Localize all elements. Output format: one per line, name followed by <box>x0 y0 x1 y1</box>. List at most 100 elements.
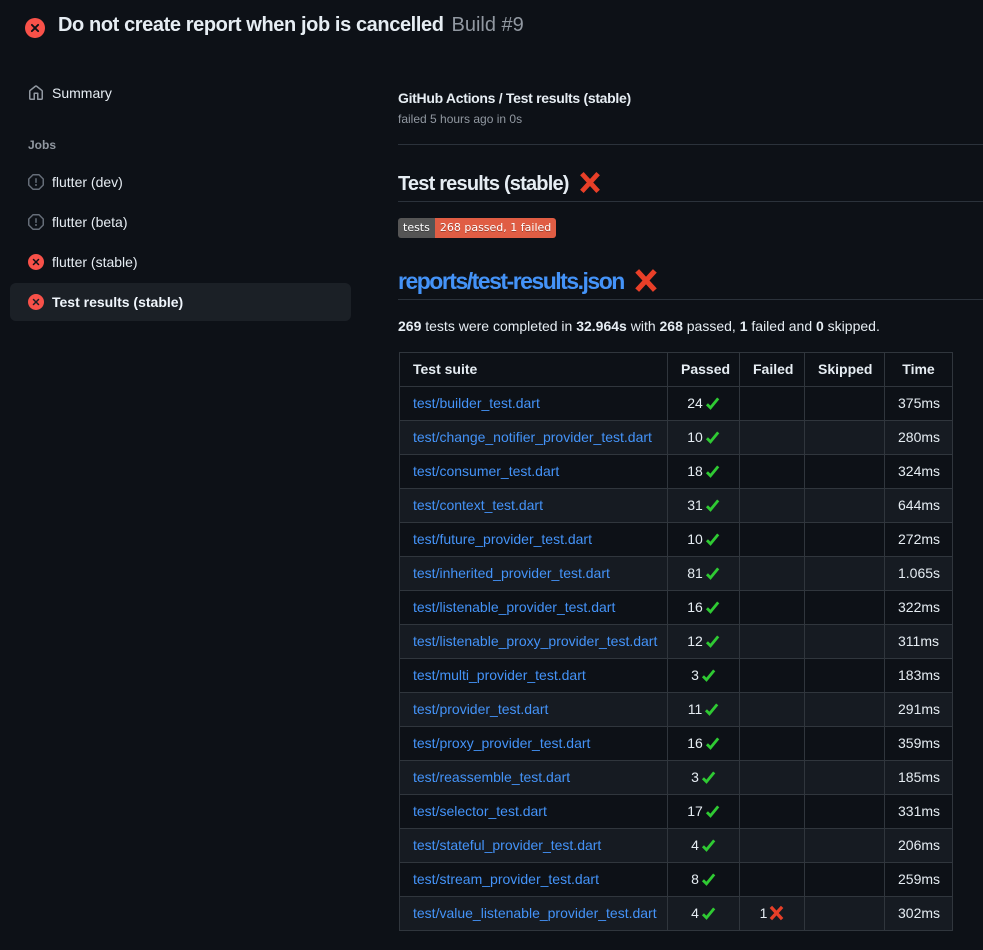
home-icon <box>28 85 44 101</box>
cell-time: 324ms <box>885 455 953 489</box>
cell-test-suite: test/selector_test.dart <box>400 795 668 829</box>
home-icon <box>28 85 44 101</box>
test-suite-link[interactable]: test/stateful_provider_test.dart <box>413 837 601 853</box>
cell-time: 1.065s <box>885 557 953 591</box>
test-suite-link[interactable]: test/future_provider_test.dart <box>413 531 592 547</box>
cell-test-suite: test/stream_provider_test.dart <box>400 863 668 897</box>
results-table-header-row: Test suitePassedFailedSkippedTime <box>400 353 953 387</box>
test-suite-link[interactable]: test/provider_test.dart <box>413 701 548 717</box>
summary-line: 269 tests were completed in 32.964s with… <box>398 316 983 337</box>
x-circle-fill-icon <box>25 18 45 38</box>
cell-skipped <box>805 557 885 591</box>
cell-failed <box>740 625 805 659</box>
cell-passed: 18 <box>668 455 740 489</box>
cell-time: 322ms <box>885 591 953 625</box>
cell-failed <box>740 523 805 557</box>
test-suite-link[interactable]: test/stream_provider_test.dart <box>413 871 599 887</box>
cell-time: 302ms <box>885 897 953 931</box>
test-suite-link[interactable]: test/selector_test.dart <box>413 803 547 819</box>
cell-test-suite: test/provider_test.dart <box>400 693 668 727</box>
cell-skipped <box>805 625 885 659</box>
cell-passed: 17 <box>668 795 740 829</box>
cell-failed <box>740 829 805 863</box>
cell-failed <box>740 387 805 421</box>
test-suite-link[interactable]: test/change_notifier_provider_test.dart <box>413 429 652 445</box>
sidebar-job-flutter-stable[interactable]: flutter (stable) <box>10 243 351 281</box>
table-row: test/stateful_provider_test.dart4206ms <box>400 829 953 863</box>
cell-skipped <box>805 523 885 557</box>
cell-test-suite: test/future_provider_test.dart <box>400 523 668 557</box>
cell-passed: 16 <box>668 591 740 625</box>
sidebar-item-summary[interactable]: Summary <box>0 77 398 109</box>
cross-mark-icon <box>579 171 601 194</box>
test-suite-link[interactable]: test/value_listenable_provider_test.dart <box>413 905 657 921</box>
report-title: reports/test-results.json <box>398 266 983 300</box>
cell-test-suite: test/consumer_test.dart <box>400 455 668 489</box>
check-mark-icon <box>705 736 720 751</box>
cell-skipped <box>805 795 885 829</box>
sidebar-job-flutter-beta[interactable]: flutter (beta) <box>10 203 351 241</box>
check-mark-icon <box>705 566 720 581</box>
cell-passed: 10 <box>668 523 740 557</box>
check-mark-icon <box>701 770 716 785</box>
check-mark-icon <box>705 430 720 445</box>
stop-icon <box>28 214 44 230</box>
cell-passed: 81 <box>668 557 740 591</box>
check-mark-icon <box>705 634 720 649</box>
cell-passed: 4 <box>668 897 740 931</box>
stop-icon <box>28 174 44 190</box>
cell-time: 644ms <box>885 489 953 523</box>
check-title-text: Test results (stable) <box>398 173 569 195</box>
table-row: test/future_provider_test.dart10272ms <box>400 523 953 557</box>
table-row: test/change_notifier_provider_test.dart1… <box>400 421 953 455</box>
table-row: test/reassemble_test.dart3185ms <box>400 761 953 795</box>
breadcrumb: GitHub Actions / Test results (stable) <box>398 88 983 109</box>
cell-skipped <box>805 761 885 795</box>
table-row: test/listenable_provider_test.dart 16 322m… <box>400 591 953 625</box>
check-mark-icon <box>705 464 720 479</box>
cell-time: 331ms <box>885 795 953 829</box>
cell-skipped <box>805 421 885 455</box>
cross-mark-icon <box>634 268 658 293</box>
run-build-number: Build #9 <box>452 14 524 36</box>
cell-passed: 11 <box>668 693 740 727</box>
cell-test-suite: test/change_notifier_provider_test.dart <box>400 421 668 455</box>
test-suite-link[interactable]: test/proxy_provider_test.dart <box>413 735 590 751</box>
check-mark-icon <box>705 498 720 513</box>
table-row: test/proxy_provider_test.dart16359ms <box>400 727 953 761</box>
table-row: test/stream_provider_test.dart8259ms <box>400 863 953 897</box>
run-title: Do not create report when job is cancell… <box>58 15 524 36</box>
cell-failed <box>740 421 805 455</box>
sidebar-job-flutter-dev[interactable]: flutter (dev) <box>10 163 351 201</box>
tests-badge[interactable]: tests 268 passed, 1 failed <box>398 218 556 238</box>
test-suite-link[interactable]: test/listenable_provider_test.dart <box>413 599 615 615</box>
jobs-section-label: Jobs <box>28 137 398 153</box>
test-suite-link[interactable]: test/reassemble_test.dart <box>413 769 570 785</box>
column-header-skipped: Skipped <box>805 353 885 387</box>
column-header-time: Time <box>885 353 953 387</box>
test-suite-link[interactable]: test/context_test.dart <box>413 497 543 513</box>
table-row: test/builder_test.dart24375ms <box>400 387 953 421</box>
cell-failed <box>740 761 805 795</box>
test-suite-link[interactable]: test/consumer_test.dart <box>413 463 559 479</box>
sidebar-job-test-results-stable[interactable]: Test results (stable) <box>10 283 351 321</box>
check-mark-icon <box>704 702 719 717</box>
cell-test-suite: test/context_test.dart <box>400 489 668 523</box>
x-circle-fill-icon <box>28 294 44 310</box>
check-mark-icon <box>705 396 720 411</box>
test-suite-link[interactable]: test/multi_provider_test.dart <box>413 667 586 683</box>
cell-test-suite: test/listenable_proxy_provider_test.dart <box>400 625 668 659</box>
cell-test-suite: test/value_listenable_provider_test.dart <box>400 897 668 931</box>
cell-skipped <box>805 863 885 897</box>
cell-passed: 12 <box>668 625 740 659</box>
run-status-icon <box>25 18 45 38</box>
cell-skipped <box>805 659 885 693</box>
test-suite-link[interactable]: test/builder_test.dart <box>413 395 540 411</box>
column-header-test-suite: Test suite <box>400 353 668 387</box>
check-mark-icon <box>701 668 716 683</box>
report-title-link[interactable]: reports/test-results.json <box>398 268 624 294</box>
test-suite-link[interactable]: test/inherited_provider_test.dart <box>413 565 610 581</box>
cell-test-suite: test/proxy_provider_test.dart <box>400 727 668 761</box>
test-suite-link[interactable]: test/listenable_proxy_provider_test.dart <box>413 633 657 649</box>
cross-mark-icon <box>634 268 658 293</box>
